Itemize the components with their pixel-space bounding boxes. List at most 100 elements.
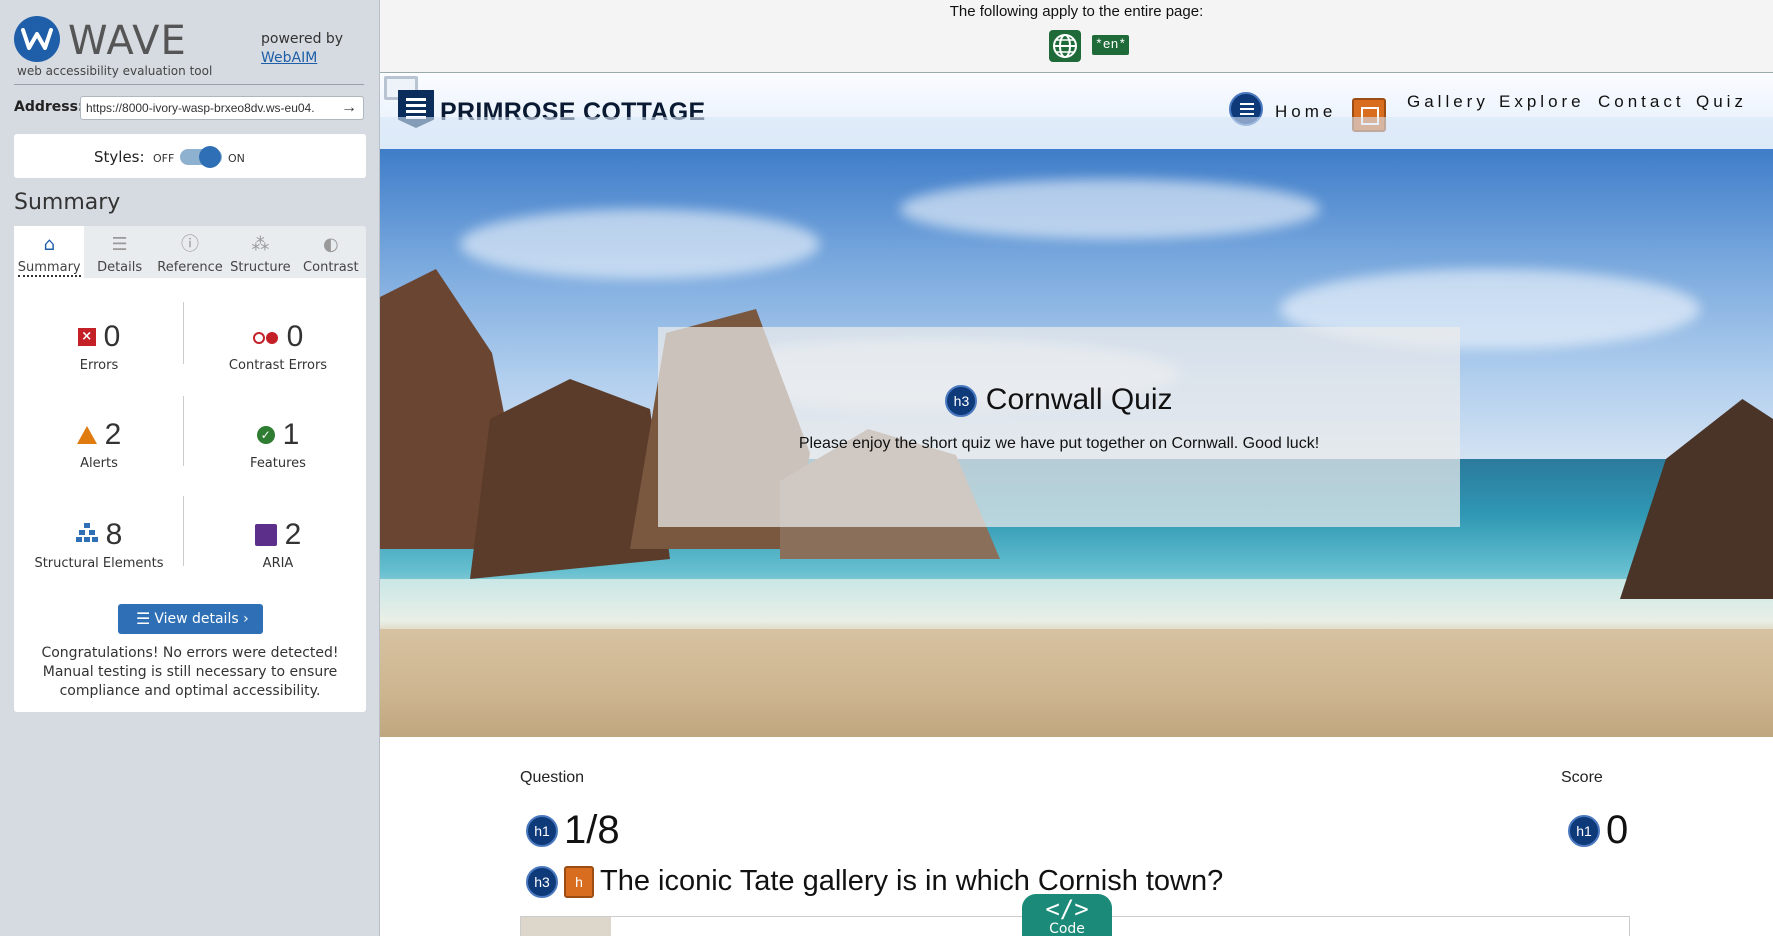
styles-label: Styles: bbox=[94, 148, 145, 166]
question-label: Question bbox=[520, 769, 585, 786]
heading-h3-icon[interactable]: h3 bbox=[945, 385, 978, 418]
quiz-intro-box: h3 Cornwall Quiz Please enjoy the short … bbox=[658, 327, 1460, 527]
score-counter: h1 0 bbox=[1568, 808, 1628, 853]
tab-label: Summary bbox=[17, 260, 81, 277]
code-label: Code bbox=[1049, 921, 1085, 936]
tab-label: Details bbox=[97, 260, 143, 275]
tab-label: Structure bbox=[230, 260, 291, 275]
contrast-error-icon bbox=[252, 330, 279, 344]
summary-panel: × 0 Errors 0 Contrast Errors 2 Alerts ✓ bbox=[14, 278, 366, 712]
hero-image: h3 Cornwall Quiz Please enjoy the short … bbox=[380, 149, 1773, 737]
code-icon: </> bbox=[1045, 895, 1089, 923]
list-icon: ☰ bbox=[111, 234, 128, 255]
summary-heading: Summary bbox=[14, 190, 121, 215]
stat-contrast-errors[interactable]: 0 Contrast Errors bbox=[198, 320, 358, 373]
heading-h1-icon[interactable]: h1 bbox=[1568, 814, 1600, 847]
error-icon: × bbox=[77, 328, 96, 346]
applies-text: The following apply to the entire page: bbox=[949, 3, 1204, 20]
wave-logo-text: WAVE bbox=[68, 18, 187, 64]
quiz-title-text: Cornwall Quiz bbox=[985, 383, 1173, 416]
divider bbox=[183, 396, 184, 466]
webaim-link[interactable]: WebAIM bbox=[261, 50, 317, 66]
heading-h1-icon[interactable]: h1 bbox=[526, 814, 558, 847]
features-count: 1 bbox=[282, 418, 300, 451]
tab-details[interactable]: ☰ Details bbox=[84, 226, 154, 278]
tab-label: Reference bbox=[157, 260, 223, 275]
heading-h3-icon[interactable]: h3 bbox=[526, 865, 558, 898]
divider bbox=[183, 302, 184, 364]
hero-cloud bbox=[460, 209, 820, 279]
tab-label: Contrast bbox=[303, 260, 359, 275]
stat-alerts[interactable]: 2 Alerts bbox=[19, 418, 179, 471]
question-heading: h3 h The iconic Tate gallery is in which… bbox=[526, 865, 1223, 898]
wave-logo: WAVE web accessibility evaluation tool p… bbox=[14, 14, 364, 84]
nav-contact[interactable]: Contact bbox=[1598, 92, 1685, 112]
contrast-errors-count: 0 bbox=[286, 320, 304, 353]
quiz-title: h3 Cornwall Quiz bbox=[658, 383, 1460, 418]
evaluated-page: The following apply to the entire page: … bbox=[380, 0, 1773, 936]
nav-quiz[interactable]: Quiz bbox=[1696, 92, 1747, 112]
tab-structure[interactable]: ⁂ Structure bbox=[225, 226, 295, 278]
arrow-right-icon[interactable]: → bbox=[341, 99, 357, 117]
divider bbox=[183, 496, 184, 566]
view-details-label: View details › bbox=[154, 611, 249, 627]
aria-count: 2 bbox=[284, 518, 302, 551]
address-row: Address: https://8000-ivory-wasp-brxeo8d… bbox=[14, 96, 366, 120]
heading-alert-icon[interactable]: h bbox=[564, 865, 594, 898]
tab-reference[interactable]: ⓘ Reference bbox=[155, 226, 225, 278]
stat-errors[interactable]: × 0 Errors bbox=[19, 320, 179, 373]
panel-tabs: ⌂ Summary ☰ Details ⓘ Reference ⁂ Struct… bbox=[14, 226, 366, 278]
code-toggle-button[interactable]: </> Code bbox=[1022, 894, 1112, 936]
hierarchy-icon: ⁂ bbox=[251, 234, 270, 255]
structural-label: Structural Elements bbox=[34, 556, 164, 571]
quiz-subtitle: Please enjoy the short quiz we have put … bbox=[798, 435, 1320, 452]
alert-icon bbox=[76, 426, 97, 444]
styles-toggle-knob[interactable] bbox=[199, 146, 221, 168]
nav-gallery[interactable]: Gallery bbox=[1407, 92, 1489, 112]
nav-explore[interactable]: Explore bbox=[1499, 92, 1585, 112]
structural-count: 8 bbox=[105, 518, 123, 551]
styles-toggle-box: Styles: OFF ON bbox=[14, 134, 366, 178]
stat-structural[interactable]: 8 Structural Elements bbox=[19, 518, 179, 571]
stat-aria[interactable]: 2 ARIA bbox=[198, 518, 358, 571]
aria-icon bbox=[254, 524, 277, 546]
divider bbox=[14, 84, 364, 85]
address-label: Address: bbox=[14, 99, 84, 115]
wave-sidebar: WAVE web accessibility evaluation tool p… bbox=[0, 0, 380, 936]
score-value: 0 bbox=[1606, 808, 1629, 852]
styles-off-label: OFF bbox=[153, 152, 175, 165]
errors-label: Errors bbox=[79, 358, 119, 373]
alerts-count: 2 bbox=[104, 418, 122, 451]
question-counter: h1 1/8 bbox=[526, 808, 620, 853]
structure-icon bbox=[75, 523, 98, 547]
errors-count: 0 bbox=[103, 320, 121, 353]
header-strip bbox=[380, 117, 1773, 149]
powered-by: powered by WebAIM bbox=[261, 30, 343, 68]
wave-tagline: web accessibility evaluation tool bbox=[17, 64, 213, 78]
score-label: Score bbox=[1561, 769, 1603, 786]
styles-on-label: ON bbox=[228, 152, 245, 165]
alerts-label: Alerts bbox=[80, 456, 118, 471]
address-value: https://8000-ivory-wasp-brxeo8dv.ws-eu04… bbox=[86, 101, 315, 115]
features-label: Features bbox=[250, 456, 306, 471]
hero-sand bbox=[380, 629, 1773, 737]
powered-by-text: powered by bbox=[261, 31, 344, 47]
tab-summary[interactable]: ⌂ Summary bbox=[14, 226, 85, 278]
congrats-message: Congratulations! No errors were detected… bbox=[41, 645, 339, 699]
answer-thumbnail bbox=[521, 917, 611, 936]
question-text: The iconic Tate gallery is in which Corn… bbox=[600, 865, 1224, 897]
address-input[interactable]: https://8000-ivory-wasp-brxeo8dv.ws-eu04… bbox=[80, 96, 364, 120]
globe-icon[interactable] bbox=[1049, 30, 1081, 62]
wave-logo-icon bbox=[14, 16, 60, 62]
stat-features[interactable]: ✓ 1 Features bbox=[198, 418, 358, 471]
language-badge[interactable]: *en* bbox=[1092, 35, 1130, 55]
contrast-errors-label: Contrast Errors bbox=[228, 358, 328, 373]
hero-cloud bbox=[900, 179, 1320, 239]
contrast-icon: ◐ bbox=[322, 234, 339, 255]
aria-label: ARIA bbox=[262, 556, 294, 571]
list-icon: ☰ bbox=[136, 609, 151, 628]
tab-contrast[interactable]: ◐ Contrast bbox=[296, 226, 366, 278]
info-icon: ⓘ bbox=[181, 234, 200, 255]
view-details-button[interactable]: ☰ View details › bbox=[118, 604, 263, 634]
feature-check-icon: ✓ bbox=[256, 426, 275, 444]
